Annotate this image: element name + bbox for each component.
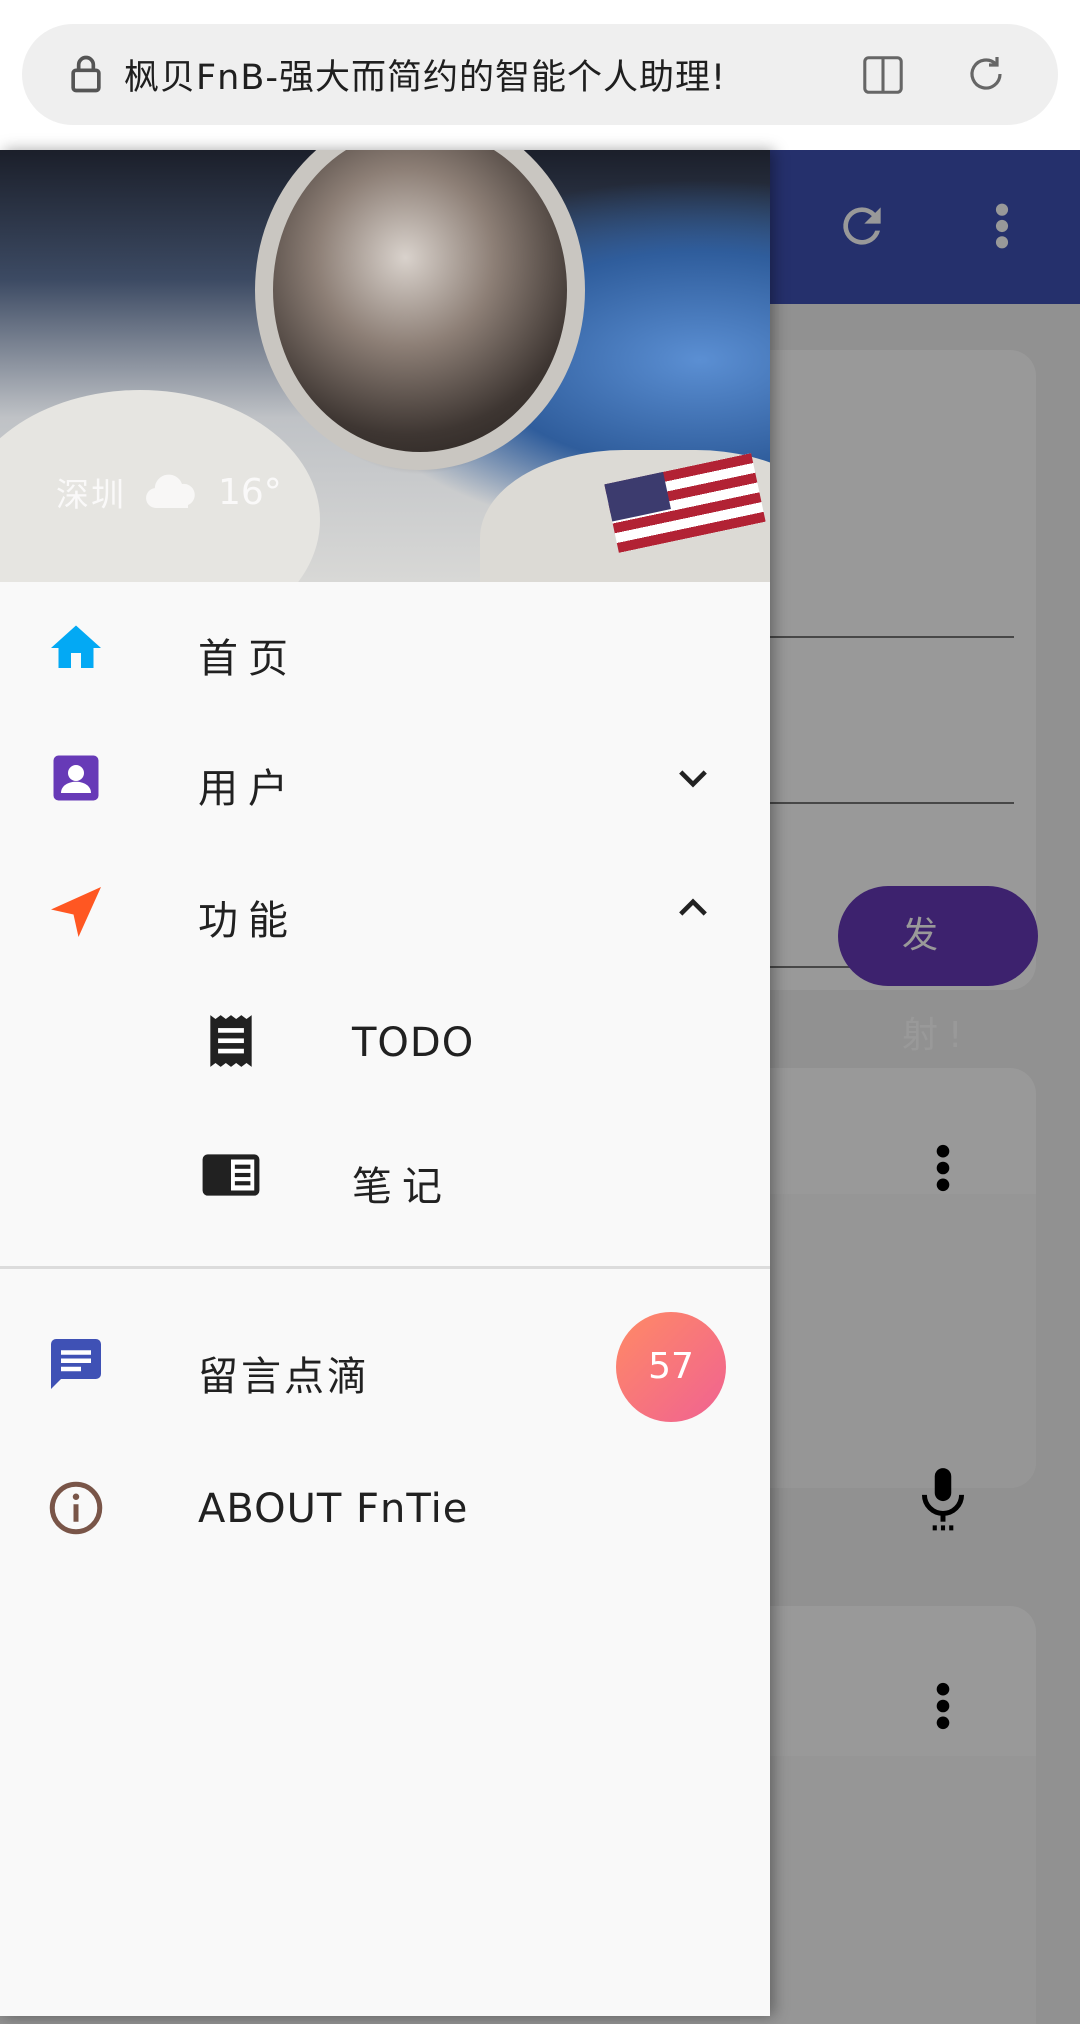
drawer-header-image: 深圳 16° <box>0 150 770 582</box>
drawer-subitem-label: TODO <box>352 1020 475 1066</box>
drawer-item-about[interactable]: ABOUT FnTie <box>0 1446 770 1576</box>
chevron-up-icon[interactable] <box>672 886 714 928</box>
lock-icon <box>71 55 101 93</box>
reader-mode-icon[interactable] <box>860 52 906 98</box>
unread-count-badge: 57 <box>616 1312 726 1422</box>
drawer-item-label: 留言点滴 <box>198 1354 370 1400</box>
drawer-item-home[interactable]: 首页 <box>0 582 770 712</box>
drawer-item-label: 用户 <box>198 766 298 812</box>
page-title[interactable]: 枫贝FnB-强大而简约的智能个人助理! <box>124 49 726 100</box>
drawer-item-label: ABOUT FnTie <box>198 1486 469 1532</box>
chrome-reader-mode-icon <box>202 1154 260 1196</box>
drawer-subitem-label: 笔记 <box>352 1164 452 1210</box>
drawer-item-features[interactable]: 功能 <box>0 846 770 976</box>
drawer-item-label: 功能 <box>198 898 298 944</box>
info-icon <box>49 1481 103 1535</box>
cloud-icon <box>146 474 195 508</box>
drawer-subitem-todo[interactable]: TODO <box>0 978 770 1108</box>
astronaut-helmet <box>255 150 585 470</box>
account-box-icon <box>53 755 99 801</box>
navigation-drawer: 深圳 16° 首页 用户 功能 TODO 笔记 留言点滴 57 ABOUT Fn… <box>0 150 770 2016</box>
navigation-icon <box>51 887 101 937</box>
weather-temperature: 16° <box>218 471 282 513</box>
drawer-divider <box>0 1266 770 1269</box>
weather-city: 深圳 <box>56 475 126 514</box>
drawer-item-label: 首页 <box>198 636 298 682</box>
browser-toolbar: 枫贝FnB-强大而简约的智能个人助理! <box>0 0 1080 150</box>
weather-info: 深圳 16° <box>56 468 282 516</box>
chevron-down-icon[interactable] <box>672 758 714 800</box>
home-icon <box>51 625 101 668</box>
reload-icon[interactable] <box>962 50 1010 98</box>
drawer-item-user[interactable]: 用户 <box>0 714 770 844</box>
receipt-icon <box>210 1015 252 1067</box>
drawer-subitem-notes[interactable]: 笔记 <box>0 1110 770 1240</box>
message-icon <box>51 1339 101 1389</box>
